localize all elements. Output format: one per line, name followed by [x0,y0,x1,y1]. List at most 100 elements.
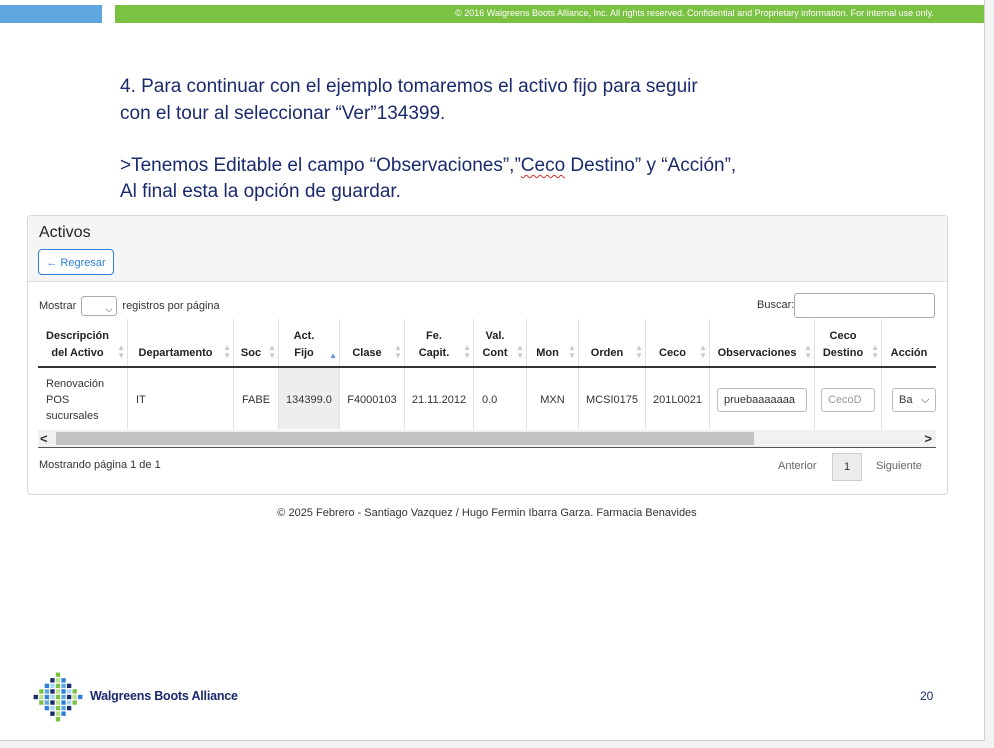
show-label: Mostrar [39,300,77,312]
cell-observaciones: pruebaaaaaaa [710,368,815,429]
header-line2: Observaciones [717,347,797,359]
cell-orden: MCSI0175 [579,368,646,429]
header-line2: Cont [482,347,508,359]
column-header-descripcion[interactable]: Descripción del Activo ▲ ▼ [38,319,128,366]
logo-tile [44,705,50,711]
column-header-orden[interactable]: Orden ▲ ▼ [579,319,646,366]
column-header-observaciones[interactable]: Observaciones ▲ ▼ [710,319,815,366]
page-length-control: Mostrar ⌵ registros por página [39,296,220,317]
column-header-mon[interactable]: Mon ▲ ▼ [527,319,579,366]
scrollbar-thumb[interactable] [56,432,754,445]
logo-tile [55,689,61,694]
cell-accion: Ba ⌵ [882,368,936,429]
logo-tile [61,700,66,705]
logo-tile [44,683,50,689]
header-line2: Ceco [659,347,686,359]
header-line1: Fe. [426,330,442,342]
header-blue-bar [0,5,102,23]
slide-page-number: 20 [920,689,934,703]
sort-ascending-icon: ▲ [329,351,337,360]
logo-tile [33,694,38,700]
cell-ceco-destino: CecoD [815,368,882,429]
column-header-accion[interactable]: Acción [882,319,936,366]
chevron-left-icon[interactable]: < [40,430,48,447]
logo-tile [55,711,61,716]
logo-tile [66,705,72,711]
logo-tile [44,700,50,705]
column-header-clase[interactable]: Clase ▲ ▼ [340,319,405,366]
sort-arrows-icon: ▲ ▼ [568,343,576,360]
cell-descripcion: Renovación POS sucursales [38,368,128,429]
header-copyright-bar: © 2016 Walgreens Boots Alliance, Inc. Al… [115,5,984,23]
descripcion-line: Renovación [46,377,105,390]
header-line2: Orden [590,347,624,359]
sort-arrows-icon: ▲ ▼ [871,343,879,360]
logo-tile [44,694,50,700]
company-name: Walgreens Boots Alliance [90,689,238,703]
assets-table: Descripción del Activo ▲ ▼ Departamento ▲ ▼… [38,319,936,429]
cell-fe-capit: 21.11.2012 [405,368,474,429]
ceco-destino-input[interactable]: CecoD [821,387,875,412]
column-header-fe-capit[interactable]: Fe. Capit. ▲ ▼ [405,319,474,366]
logo-tile [66,700,72,705]
presentation-slide: © 2016 Walgreens Boots Alliance, Inc. Al… [0,0,985,741]
header-line2: Capit. [418,347,450,359]
column-header-ceco-destino[interactable]: Ceco Destino ▲ ▼ [815,319,882,366]
header-line1: Ceco [829,330,857,342]
search-input[interactable] [794,293,935,318]
search-label: Buscar: [757,299,795,311]
cell-act-fijo: 134399.0 [279,368,340,429]
sort-arrows-icon: ▲ ▼ [635,343,643,360]
column-header-departamento[interactable]: Departamento ▲ ▼ [128,319,234,366]
logo-tile [72,700,77,705]
logo-tile [55,678,61,683]
instruction-line-2: con el tour al seleccionar “Ver”134399. [120,103,446,124]
sort-arrows-icon: ▲ ▼ [223,343,231,360]
header-line2: Departamento [138,347,213,359]
sort-arrows-icon: ▲ ▼ [117,343,125,360]
logo-tile [72,689,77,694]
logo-tile [50,678,55,683]
cell-val-cont: 0.0 [474,368,527,429]
cell-departamento: IT [128,368,234,429]
instruction-line-3: >Tenemos Editable el campo “Observacione… [120,153,736,179]
page-length-select[interactable]: ⌵ [81,296,118,317]
chevron-right-icon[interactable]: > [924,430,932,447]
previous-page-button[interactable]: Anterior [778,460,817,472]
header-line2: del Activo [51,347,104,359]
instruction-line-3-prefix: >Tenemos Editable el campo “Observacione… [120,155,521,176]
header-line1: Descripción [46,330,109,342]
horizontal-scrollbar[interactable]: < > [38,430,936,448]
sort-arrows-icon: ▲ ▼ [463,343,471,360]
next-page-button[interactable]: Siguiente [876,460,922,472]
instruction-line-1: 4. Para continuar con el ejemplo tomarem… [120,76,698,97]
cell-clase: F4000103 [340,368,405,429]
activos-panel: Activos ← Regresar Mostrar ⌵ registros p… [27,215,948,495]
logo-tile [44,689,50,694]
logo-tile [72,694,77,700]
logo-tile [39,694,44,700]
logo-tile [55,672,61,677]
column-header-val-cont[interactable]: Val. Cont ▲ ▼ [474,319,527,366]
observaciones-input[interactable]: pruebaaaaaaa [717,387,807,412]
descripcion-line: sucursales [46,409,99,422]
panel-title: Activos [39,224,91,241]
column-header-ceco[interactable]: Ceco ▲ ▼ [646,319,710,366]
current-page-button[interactable]: 1 [832,453,862,481]
logo-tile [61,683,66,689]
cell-soc: FABE [234,368,279,429]
header-line2: Mon [536,347,559,359]
logo-tile [55,705,61,711]
column-header-act-fijo[interactable]: Act. Fijo ▲ [279,319,340,366]
walgreens-logo-icon [33,672,83,722]
column-header-soc[interactable]: Soc ▲ ▼ [234,319,279,366]
header-line2: Destino [822,347,864,359]
logo-tile [55,700,61,705]
logo-tile [50,705,55,711]
back-button[interactable]: ← Regresar [38,249,114,275]
pagination-info: Mostrando página 1 de 1 [39,459,161,471]
accion-select[interactable]: Ba ⌵ [892,387,936,412]
header-line2: Acción [890,347,928,359]
logo-tile [66,683,72,689]
logo-tile [39,689,44,694]
